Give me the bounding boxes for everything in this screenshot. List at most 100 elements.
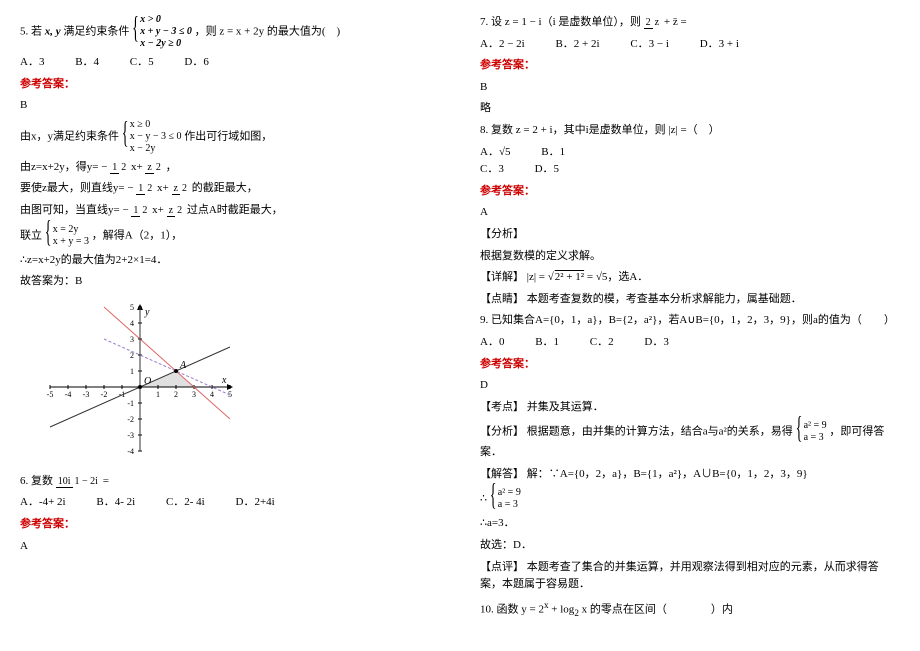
q8-ps-label: 【点睛】 <box>480 293 524 305</box>
q5-exp5: 联立 x = 2y x + y = 3 ，解得A（2，1）， <box>20 224 440 248</box>
q8-ps: 【点睛】 本题考查复数的模，考查基本分析求解能力，属基础题． <box>480 291 900 309</box>
svg-text:-4: -4 <box>127 447 134 456</box>
q6-post: = <box>103 475 109 487</box>
svg-text:-1: -1 <box>127 399 134 408</box>
svg-text:-3: -3 <box>83 390 90 399</box>
q7-options: A．2 − 2i B．2 + 2i C．3 − i D．3 + i <box>480 36 900 54</box>
q10-mid: + log <box>551 604 574 616</box>
svg-text:1: 1 <box>130 367 134 376</box>
q9-anal: 【分析】 根据题意，由并集的计算方法，结合a与a²的关系，易得 a² = 9 a… <box>480 420 900 462</box>
q9-sol1: 【解答】 解：∵A={0，2，a}，B={1，a²}，A∪B={0，1，2，3，… <box>480 466 900 484</box>
q5-opt-b: B．4 <box>75 54 99 72</box>
q9-sol2: ∴ a² = 9 a = 3 <box>480 487 900 511</box>
svg-text:-2: -2 <box>127 415 134 424</box>
q7-opt-d: D．3 + i <box>700 36 739 54</box>
q9-stem: 9. 已知集合A={0，1，a}，B={2，a²}，若A∪B={0，1，2，3，… <box>480 312 900 330</box>
q6-options: A．-4+ 2i B．4- 2i C．2- 4i D．2+4i <box>20 494 440 512</box>
q8-answer-label: 参考答案： <box>480 183 900 201</box>
q9-topic-text: 并集及其运算． <box>527 401 604 413</box>
q9-anal-r1: a² = 9 <box>804 420 827 432</box>
q10-stem: 10. 函数 y = 2x + log2 x 的零点在区间（ ）内 <box>480 598 900 621</box>
q7-pre: 7. 设 z = 1 − i（i 是虚数单位），则 <box>480 16 644 28</box>
q5-exp1-r2: x − y − 3 ≤ 0 <box>130 131 182 143</box>
svg-text:3: 3 <box>192 390 196 399</box>
q5-exp5-brace: x = 2y x + y = 3 <box>45 224 89 248</box>
q8-options-row1: A．√5 B．1 <box>480 144 900 162</box>
q5-exp1a: 由x，y满足约束条件 <box>20 130 119 142</box>
q9-topic-label: 【考点】 <box>480 401 524 413</box>
q8-stem: 8. 复数 z = 2 + i，其中i是虚数单位，则 |z| =（ ） <box>480 122 900 140</box>
q5-exp4: 由图可知，当直线y= − 12 x+ z2 过点A时截距最大， <box>20 202 440 220</box>
q5-exp2-pre: 由z=x+2y，得y= − <box>20 161 110 173</box>
q6-frac: 10i1 − 2i <box>56 476 100 487</box>
q9-ps-label: 【点评】 <box>480 561 524 573</box>
svg-text:3: 3 <box>130 335 134 344</box>
q7-mid: + z̄ = <box>664 16 687 28</box>
q5-tail: ，则 z = x + 2y 的最大值为( ) <box>195 26 341 38</box>
q5-exp1-r1: x ≥ 0 <box>130 119 182 131</box>
q8-det-label: 【详解】 <box>480 271 524 283</box>
q9-anal-brace: a² = 9 a = 3 <box>796 420 827 444</box>
q9-anal-pre: 根据题意，由并集的计算方法，结合a与a²的关系，易得 <box>527 426 793 438</box>
q5-exp2-mid: x+ <box>131 161 143 173</box>
q8-det-pre: |z| = <box>527 271 548 283</box>
q9-opt-d: D．3 <box>644 334 668 352</box>
q9-sol4: 故选：D． <box>480 537 900 555</box>
q9-options: A．0 B．1 C．2 D．3 <box>480 334 900 352</box>
q10-pre: 10. 函数 y = 2 <box>480 604 544 616</box>
q5-c1: x > 0 <box>140 14 192 26</box>
q7-opt-c: C．3 − i <box>630 36 669 54</box>
q5-mid: 满足约束条件 <box>63 26 129 38</box>
q9-opt-b: B．1 <box>535 334 559 352</box>
q6-opt-c: C．2- 4i <box>166 494 205 512</box>
q7-opt-b: B．2 + 2i <box>555 36 599 54</box>
q6-stem: 6. 复数 10i1 − 2i = <box>20 473 440 491</box>
q9-ps: 【点评】 本题考查了集合的并集运算，并用观察法得到相对应的元素，从而求得答案，本… <box>480 559 900 594</box>
q8-ps-text: 本题考查复数的模，考查基本分析求解能力，属基础题． <box>527 293 802 305</box>
q5-exp2-post: ， <box>166 161 177 173</box>
q8-det-post: = √5，选A． <box>587 271 648 283</box>
q5-exp1b: 作出可行域如图， <box>184 130 272 142</box>
q5-exp7: 故答案为：B <box>20 273 440 291</box>
svg-text:A: A <box>179 360 187 371</box>
frac-half-1: 12 <box>110 162 128 173</box>
svg-text:-3: -3 <box>127 431 134 440</box>
q10-post: x 的零点在区间（ ）内 <box>582 604 733 616</box>
q6-answer: A <box>20 538 440 556</box>
q7-stem: 7. 设 z = 1 − i（i 是虚数单位），则 2z + z̄ = <box>480 14 900 32</box>
q5-exp3-mid: x+ <box>157 182 169 194</box>
q5-options: A．3 B．4 C．5 D．6 <box>20 54 440 72</box>
q5-opt-a: A．3 <box>20 54 44 72</box>
q5-answer: B <box>20 97 440 115</box>
q5-prefix: 5. 若 <box>20 26 42 38</box>
q5-exp1-r3: x − 2y <box>130 143 182 155</box>
svg-text:-2: -2 <box>101 390 108 399</box>
svg-text:5: 5 <box>130 303 134 312</box>
q5-exp4-post: 过点A时截距最大， <box>187 204 283 216</box>
svg-text:x: x <box>221 375 227 386</box>
q7-frac: 2z <box>644 17 661 28</box>
q7-opt-a: A．2 − 2i <box>480 36 525 54</box>
q5-exp3-post: 的截距最大， <box>192 182 258 194</box>
frac-half-2: 12 <box>136 183 154 194</box>
q9-ps-text: 本题考查了集合的并集运算，并用观察法得到相对应的元素，从而求得答案，本题属于容易… <box>480 561 879 591</box>
chart-svg: -5-4-3-2-112345-4-3-2-112345AOxy <box>40 297 240 467</box>
q5-constraint-brace: x > 0 x + y − 3 ≤ 0 x − 2y ≥ 0 <box>132 14 192 50</box>
q9-sol2-brace: a² = 9 a = 3 <box>490 487 521 511</box>
q8-anal: 根据复数模的定义求解。 <box>480 248 900 266</box>
svg-text:4: 4 <box>210 390 214 399</box>
svg-text:1: 1 <box>156 390 160 399</box>
q9-topic: 【考点】 并集及其运算． <box>480 399 900 417</box>
q5-c3: x − 2y ≥ 0 <box>140 38 192 50</box>
q9-anal-label: 【分析】 <box>480 426 524 438</box>
q5-opt-c: C．5 <box>130 54 154 72</box>
q8-det-sqrt: 2² + 1² <box>554 271 584 283</box>
q8-opt-c: C．3 <box>480 161 504 179</box>
right-column: 7. 设 z = 1 − i（i 是虚数单位），则 2z + z̄ = A．2 … <box>460 0 920 651</box>
q6-answer-label: 参考答案： <box>20 516 440 534</box>
q5-exp3: 要使z最大，则直线y= − 12 x+ z2 的截距最大， <box>20 180 440 198</box>
q8-options-row2: C．3 D．5 <box>480 161 900 179</box>
q8-opt-a: A．√5 <box>480 144 510 162</box>
q5-exp5-post: ，解得A（2，1）， <box>92 229 182 241</box>
frac-z2-3: z2 <box>167 205 184 216</box>
